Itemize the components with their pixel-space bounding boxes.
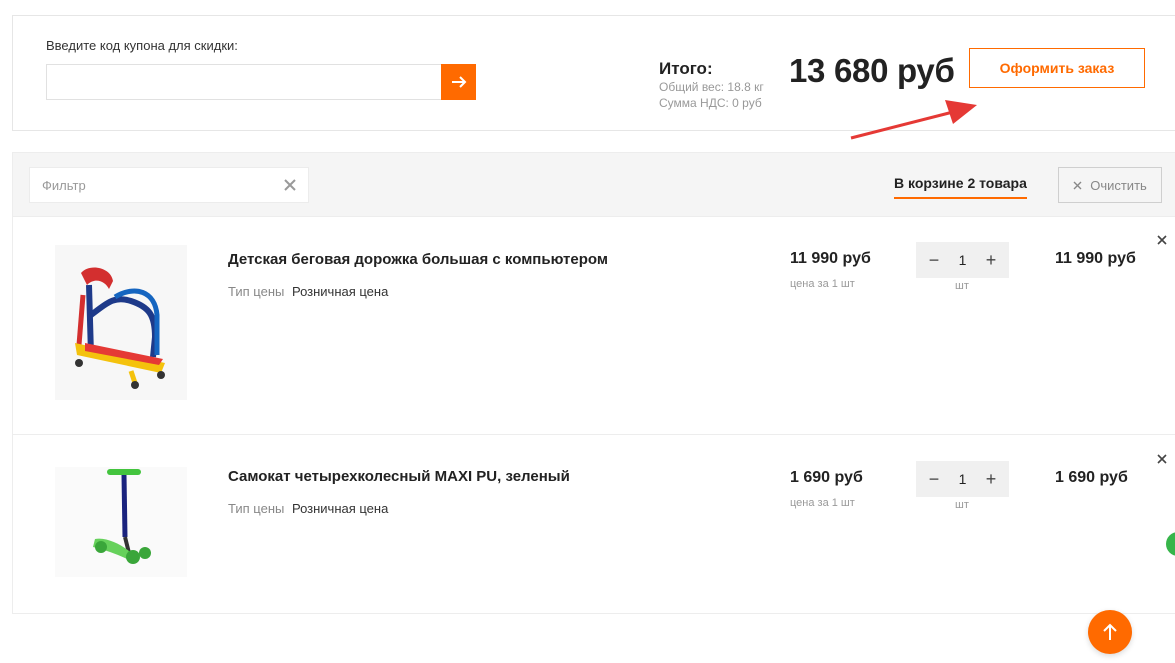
close-icon[interactable] <box>1156 234 1168 246</box>
unit-price: 11 990 руб <box>790 250 871 267</box>
basket-item: Самокат четырехколесный MAXI PU, зеленый… <box>13 434 1175 614</box>
clear-basket-button[interactable]: Очистить <box>1058 167 1162 203</box>
total-price: 13 680 руб <box>789 52 955 89</box>
close-icon[interactable] <box>1156 453 1168 465</box>
quantity-stepper: − 1 + <box>916 242 1009 278</box>
quantity-stepper: − 1 + <box>916 461 1009 497</box>
price-type: Тип цены Розничная цена <box>228 501 388 516</box>
price-type-label: Тип цены <box>228 501 285 516</box>
order-summary: Введите код купона для скидки: Итого: Об… <box>12 15 1175 140</box>
filter-input[interactable] <box>29 167 309 203</box>
annotation-arrow-icon <box>850 100 977 140</box>
unit-price-note: цена за 1 шт <box>790 497 855 509</box>
increase-qty-button[interactable]: + <box>983 251 999 269</box>
tab-basket-count[interactable]: В корзине 2 товара <box>894 175 1027 199</box>
close-icon[interactable] <box>283 178 297 192</box>
unit-price: 1 690 руб <box>790 469 863 486</box>
basket-items: Детская беговая дорожка большая с компью… <box>12 217 1175 614</box>
item-title[interactable]: Детская беговая дорожка большая с компью… <box>228 251 608 268</box>
arrow-right-icon <box>451 76 466 88</box>
total-vat: Сумма НДС: 0 руб <box>659 96 762 110</box>
price-type: Тип цены Розничная цена <box>228 284 388 299</box>
unit-price-note: цена за 1 шт <box>790 278 855 290</box>
close-icon <box>1073 181 1082 189</box>
filter-bar: В корзине 2 товара Очистить <box>12 152 1175 217</box>
product-image-treadmill[interactable] <box>55 245 187 400</box>
price-type-value: Розничная цена <box>291 501 389 516</box>
item-title[interactable]: Самокат четырехколесный MAXI PU, зеленый <box>228 468 570 485</box>
quantity-unit: шт <box>955 280 969 292</box>
price-type-value: Розничная цена <box>291 284 389 299</box>
basket-item: Детская беговая дорожка большая с компью… <box>13 217 1175 435</box>
line-total: 11 990 руб <box>1055 250 1136 267</box>
coupon-submit-button[interactable] <box>441 64 476 100</box>
total-weight: Общий вес: 18.8 кг <box>659 80 764 94</box>
coupon-label: Введите код купона для скидки: <box>46 38 238 53</box>
clear-basket-label: Очистить <box>1090 177 1147 193</box>
checkout-button[interactable]: Оформить заказ <box>969 48 1145 88</box>
decrease-qty-button[interactable]: − <box>926 251 942 269</box>
increase-qty-button[interactable]: + <box>983 470 999 488</box>
quantity-unit: шт <box>955 499 969 511</box>
product-image-scooter[interactable] <box>55 467 187 577</box>
coupon-input[interactable] <box>46 64 442 100</box>
decrease-qty-button[interactable]: − <box>926 470 942 488</box>
total-label: Итого: <box>659 59 713 78</box>
quantity-value[interactable]: 1 <box>959 252 967 268</box>
price-type-label: Тип цены <box>228 284 285 299</box>
arrow-up-icon <box>1103 623 1117 640</box>
scroll-to-top-button[interactable] <box>1088 610 1132 654</box>
quantity-value[interactable]: 1 <box>959 471 967 487</box>
line-total: 1 690 руб <box>1055 469 1128 486</box>
